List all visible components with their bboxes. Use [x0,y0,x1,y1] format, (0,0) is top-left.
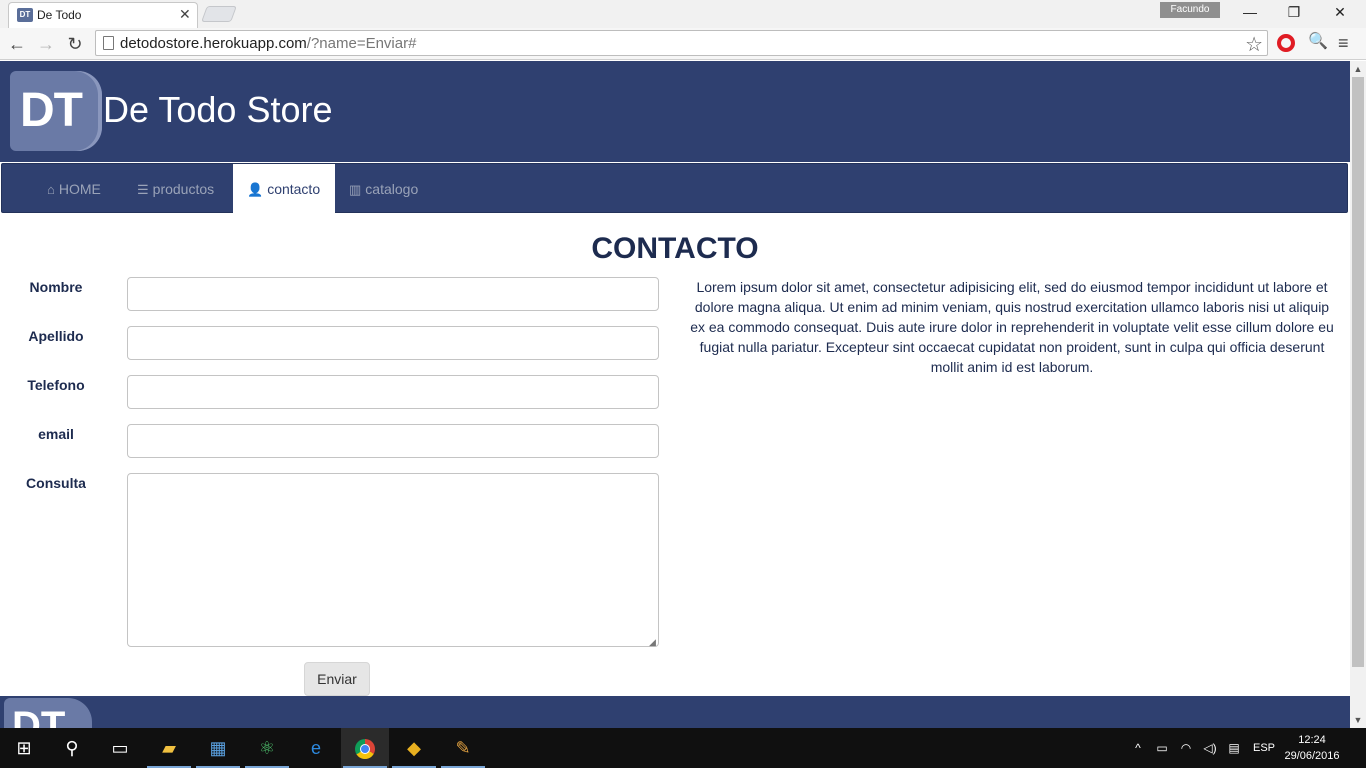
nav-contacto-label: contacto [267,181,321,197]
user-icon: 👤 [247,182,264,197]
nav-productos[interactable]: ☰ productos [123,164,228,214]
window-close-icon[interactable]: ✕ [1318,2,1362,22]
footer-logo: DT [4,698,92,728]
barcode-icon: ▥ [349,182,362,197]
forward-icon[interactable]: → [34,32,58,56]
home-icon: ⌂ [47,182,55,197]
browser-toolbar: ← → ↻ detodostore.herokuapp.com/?name=En… [0,28,1366,60]
back-icon[interactable]: ← [5,32,29,56]
site-title: De Todo Store [103,89,333,130]
reload-icon[interactable]: ↻ [63,32,87,56]
input-language[interactable]: ESP [1250,728,1278,768]
tab-close-icon[interactable]: ✕ [179,6,191,23]
page-icon [103,36,114,50]
bookmark-star-icon[interactable]: ☆ [1245,32,1263,57]
file-explorer-icon[interactable]: ▰ [145,728,193,768]
site-footer: DT [0,696,1350,728]
browser-tabstrip: DT De Todo ✕ Facundo — ❐ ✕ [0,0,1366,28]
scroll-thumb[interactable] [1352,77,1364,667]
page-title: CONTACTO [591,232,759,265]
battery-icon[interactable]: ▭ [1152,728,1172,768]
nombre-label: Nombre [29,279,83,295]
windows-start-icon[interactable]: ⊞ [0,728,48,768]
nav-catalogo-label: catalogo [365,181,419,197]
windows-taskbar: ⊞ ⚲ ▭ ▰ ▦ ⚛ e ◆ ✎ ^ ▭ ◠ ◁) ▤ ESP 12:24 2… [0,728,1366,768]
apellido-label: Apellido [28,328,84,344]
nav-productos-label: productos [152,181,215,197]
nombre-input[interactable] [127,277,659,311]
consulta-textarea[interactable] [127,473,659,647]
wifi-icon[interactable]: ◠ [1176,728,1196,768]
git-client-icon[interactable]: ◆ [390,728,438,768]
nav-contacto[interactable]: 👤 contacto [233,164,335,214]
system-clock[interactable]: 12:24 29/06/2016 [1284,732,1340,764]
favicon-icon: DT [17,8,33,22]
search-extension-icon[interactable]: 🔍 [1308,31,1328,51]
tab-title: De Todo [37,8,82,22]
list-icon: ☰ [137,182,149,197]
volume-icon[interactable]: ◁) [1200,728,1220,768]
telefono-label: Telefono [27,377,85,393]
resize-grip-icon[interactable]: ◢ [649,637,656,648]
scroll-up-icon[interactable]: ▲ [1350,61,1366,77]
browser-menu-icon[interactable]: ≡ [1338,33,1349,54]
atom-editor-icon[interactable]: ⚛ [243,728,291,768]
chrome-logo-icon [355,739,375,760]
store-app-icon[interactable]: ▦ [194,728,242,768]
nav-home-label: HOME [58,181,101,197]
email-label: email [38,426,74,442]
clock-time: 12:24 [1298,734,1326,746]
scroll-down-icon[interactable]: ▼ [1350,712,1366,728]
address-bar[interactable]: detodostore.herokuapp.com/?name=Enviar# … [95,30,1268,56]
taskbar-search-icon[interactable]: ⚲ [48,728,96,768]
enviar-button[interactable]: Enviar [304,662,370,696]
consulta-label: Consulta [26,475,86,491]
edge-browser-icon[interactable]: e [292,728,340,768]
tray-chevron-icon[interactable]: ^ [1128,728,1148,768]
contact-description: Lorem ipsum dolor sit amet, consectetur … [690,279,1334,375]
email-input[interactable] [127,424,659,458]
telefono-input[interactable] [127,375,659,409]
notifications-icon[interactable]: ▤ [1224,728,1244,768]
profile-badge[interactable]: Facundo [1160,2,1220,18]
opera-extension-icon[interactable] [1277,34,1295,52]
url-host: detodostore.herokuapp.com [120,35,307,52]
new-tab-button[interactable] [201,6,237,22]
url-path: /?name=Enviar# [306,35,417,52]
nav-home[interactable]: ⌂ HOME [33,164,115,214]
paint-app-icon[interactable]: ✎ [439,728,487,768]
minimize-icon[interactable]: — [1228,2,1272,22]
main-navbar: ⌂ HOME ☰ productos 👤 contacto ▥ catalogo [1,163,1348,214]
maximize-icon[interactable]: ❐ [1272,2,1316,22]
clock-date: 29/06/2016 [1284,750,1340,762]
nav-catalogo[interactable]: ▥ catalogo [335,164,432,214]
task-view-icon[interactable]: ▭ [96,728,144,768]
page-scrollbar[interactable]: ▲ ▼ [1350,61,1366,728]
site-header: DT De Todo Store [0,61,1350,162]
site-logo[interactable]: DT [10,71,102,151]
browser-tab[interactable]: DT De Todo ✕ [8,2,198,28]
page-viewport: DT De Todo Store ⌂ HOME ☰ productos 👤 conta… [0,61,1350,728]
apellido-input[interactable] [127,326,659,360]
url-text[interactable]: detodostore.herokuapp.com/?name=Enviar# [120,35,416,52]
chrome-browser-icon[interactable] [341,728,389,768]
